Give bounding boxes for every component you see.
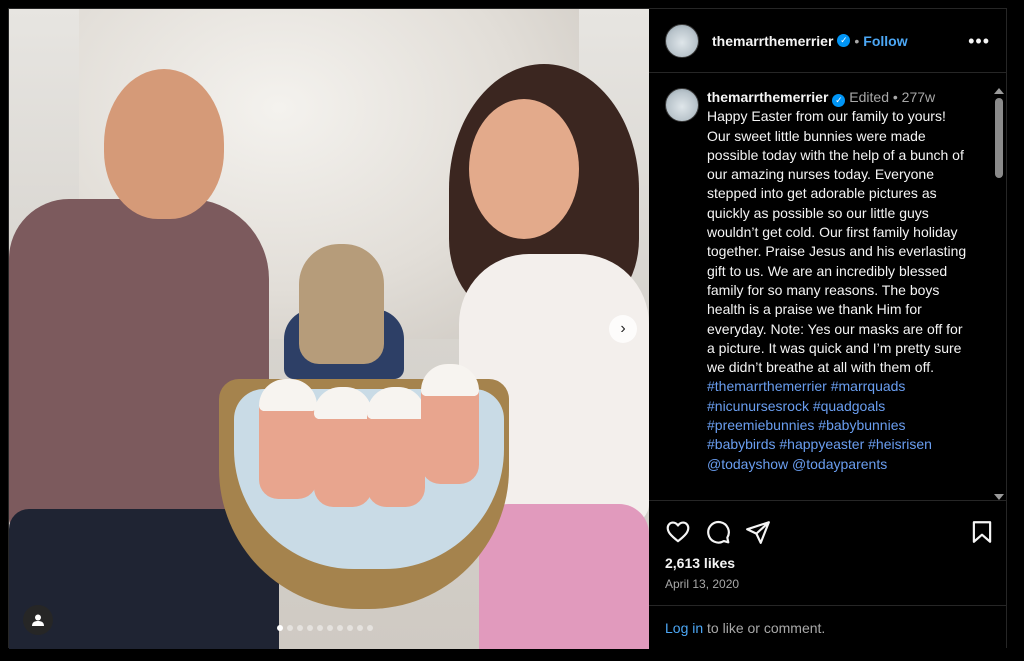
user-tag-button[interactable] [23,605,53,635]
hashtag-link[interactable]: @todayparents [792,456,887,472]
hashtag-link[interactable]: @todayshow [707,456,788,472]
carousel-dot [347,625,353,631]
carousel-dot [317,625,323,631]
scroll-thumb[interactable] [995,98,1003,178]
bookmark-icon[interactable] [969,519,995,545]
hashtag-link[interactable]: #babybirds [707,436,776,452]
hashtag-link[interactable]: #quadgoals [813,398,885,414]
post-photo[interactable]: › [9,9,649,649]
caption-body: themarrthemerrier ✓ Edited • 277w Happy E… [707,88,969,474]
header-username[interactable]: themarrthemerrier [712,33,833,49]
avatar[interactable] [665,23,699,58]
edited-label: Edited [849,89,889,105]
chevron-right-icon: › [620,320,626,337]
comment-icon[interactable] [705,519,731,545]
photo-plush-bunny [299,244,384,364]
hashtag-link[interactable]: #babybunnies [818,417,905,433]
carousel-dot [357,625,363,631]
post-caption: themarrthemerrier ✓ Edited • 277w Happy E… [649,74,1006,474]
verified-badge-icon: ✓ [837,34,851,47]
comments-scrollbar[interactable] [993,88,1005,500]
caption-text: Happy Easter from our family to yours! O… [707,108,967,376]
carousel-dot [277,625,283,631]
heart-icon[interactable] [665,519,691,545]
paper-plane-icon[interactable] [745,519,771,545]
photo-baby [421,364,479,484]
photo-man [9,69,289,649]
hashtag-link[interactable]: #heisrisen [868,436,932,452]
scroll-up-arrow[interactable] [994,88,1004,94]
hashtag-link[interactable]: #happyeaster [779,436,864,452]
hashtag-link[interactable]: #preemiebunnies [707,417,814,433]
header-separator: • [854,32,860,49]
like-count[interactable]: 2,613 likes [665,555,735,571]
carousel-dot [287,625,293,631]
carousel-dot [297,625,303,631]
caption-separator: • [892,89,898,105]
post-dialog: › themarrthemerrier ✓ • Follow ••• thema… [8,8,1007,649]
user-tag-icon [32,614,44,626]
hashtag-link[interactable]: #themarrthemerrier [707,378,827,394]
hashtag-link[interactable]: #marrquads [831,378,906,394]
photo-baby [367,387,425,507]
post-side-panel: themarrthemerrier ✓ • Follow ••• themarr… [649,9,1006,649]
photo-baby [259,379,317,499]
post-date[interactable]: April 13, 2020 [665,577,739,591]
carousel-indicator [277,625,373,631]
verified-badge-icon: ✓ [832,94,846,107]
avatar[interactable] [665,88,699,122]
more-horizontal-icon[interactable]: ••• [968,32,990,50]
photo-baby [314,387,372,507]
carousel-next-button[interactable]: › [609,315,637,343]
carousel-dot [307,625,313,631]
login-prompt-text: to like or comment. [703,620,826,636]
comments-section[interactable]: themarrthemerrier ✓ Edited • 277w Happy E… [649,74,1006,501]
carousel-dot [367,625,373,631]
login-link[interactable]: Log in [665,620,703,636]
scroll-down-arrow[interactable] [994,494,1004,500]
post-age[interactable]: 277w [902,89,935,105]
hashtag-list: #themarrthemerrier #marrquads #nicunurse… [707,378,932,471]
caption-username[interactable]: themarrthemerrier [707,89,828,105]
carousel-dot [337,625,343,631]
carousel-dot [327,625,333,631]
post-actions [665,519,995,545]
post-header: themarrthemerrier ✓ • Follow ••• [649,9,1006,73]
login-prompt: Log in to like or comment. [649,605,1006,649]
hashtag-link[interactable]: #nicunursesrock [707,398,809,414]
follow-button[interactable]: Follow [863,33,907,49]
